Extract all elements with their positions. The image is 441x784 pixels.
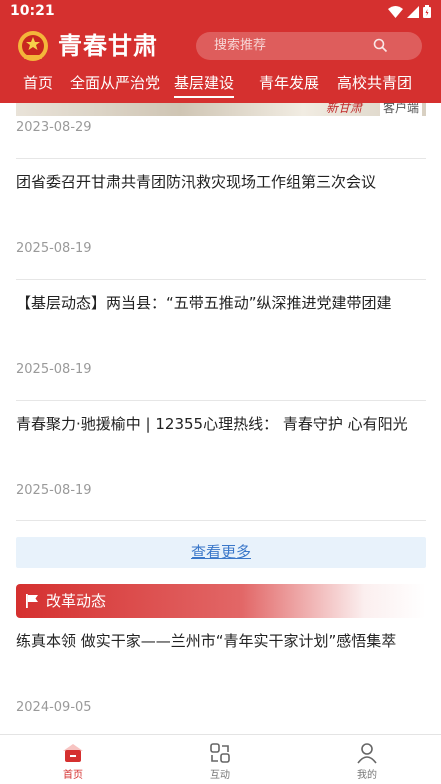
news-title[interactable]: 团省委召开甘肃共青团防汛救灾现场工作组第三次会议	[16, 173, 426, 191]
nav-label: 互动	[210, 770, 230, 781]
divider	[16, 520, 426, 521]
divider	[16, 400, 426, 401]
nav-profile[interactable]: 我的	[327, 735, 407, 784]
news-date: 2025-08-19	[16, 362, 92, 377]
status-bar: 10:21	[0, 0, 441, 24]
tab-party-discipline[interactable]: 全面从严治党	[70, 72, 160, 94]
profile-icon	[357, 743, 377, 764]
tab-youth-development[interactable]: 青年发展	[259, 72, 319, 94]
section-title: 改革动态	[46, 592, 107, 610]
search-input[interactable]: 搜索推荐	[196, 32, 422, 60]
tab-college-league[interactable]: 高校共青团	[337, 72, 412, 94]
flag-icon	[26, 594, 38, 608]
youth-league-logo-icon	[18, 31, 48, 61]
news-title[interactable]: 练真本领 做实干家——兰州市“青年实干家计划”感悟集萃	[16, 632, 426, 650]
news-date: 2023-08-29	[16, 120, 92, 135]
divider	[16, 279, 426, 280]
news-date: 2024-09-05	[16, 700, 92, 715]
signal-icon	[407, 5, 419, 18]
news-image-brush-text: 新甘肃	[325, 103, 362, 115]
divider	[16, 158, 426, 159]
app-header: 10:21 青春甘肃 搜索推荐 首页 全面从严治党 基层建设 青年发展 高校共青…	[0, 0, 441, 103]
nav-label: 首页	[63, 770, 83, 781]
news-title[interactable]: 【基层动态】两当县：“五带五推动”纵深推进党建带团建	[16, 294, 426, 312]
app-title: 青春甘肃	[58, 32, 158, 60]
news-date: 2025-08-19	[16, 241, 92, 256]
tab-home[interactable]: 首页	[23, 72, 53, 94]
home-icon	[63, 744, 83, 762]
battery-icon	[423, 5, 431, 18]
bottom-navigation: 首页 互动 我的	[0, 734, 441, 784]
view-more-button[interactable]: 查看更多	[16, 537, 426, 568]
nav-label: 我的	[357, 770, 377, 781]
wifi-icon	[388, 5, 403, 18]
news-title[interactable]: 青春聚力·驰援榆中 | 12355心理热线： 青春守护 心有阳光	[16, 415, 426, 433]
nav-interaction[interactable]: 互动	[180, 735, 260, 784]
category-tabs: 首页 全面从严治党 基层建设 青年发展 高校共青团	[0, 68, 441, 98]
news-date: 2025-08-19	[16, 483, 92, 498]
search-icon[interactable]	[373, 38, 388, 53]
nav-home[interactable]: 首页	[33, 735, 113, 784]
status-icons	[388, 5, 431, 18]
search-placeholder: 搜索推荐	[214, 38, 267, 53]
news-image-client-tag: 客户端	[379, 103, 422, 116]
interaction-icon	[210, 743, 230, 763]
news-image[interactable]: 新甘肃 客户端	[16, 103, 426, 116]
tab-grassroots[interactable]: 基层建设	[174, 72, 235, 98]
section-header-reform: 改革动态	[16, 584, 426, 618]
status-time: 10:21	[10, 3, 55, 19]
